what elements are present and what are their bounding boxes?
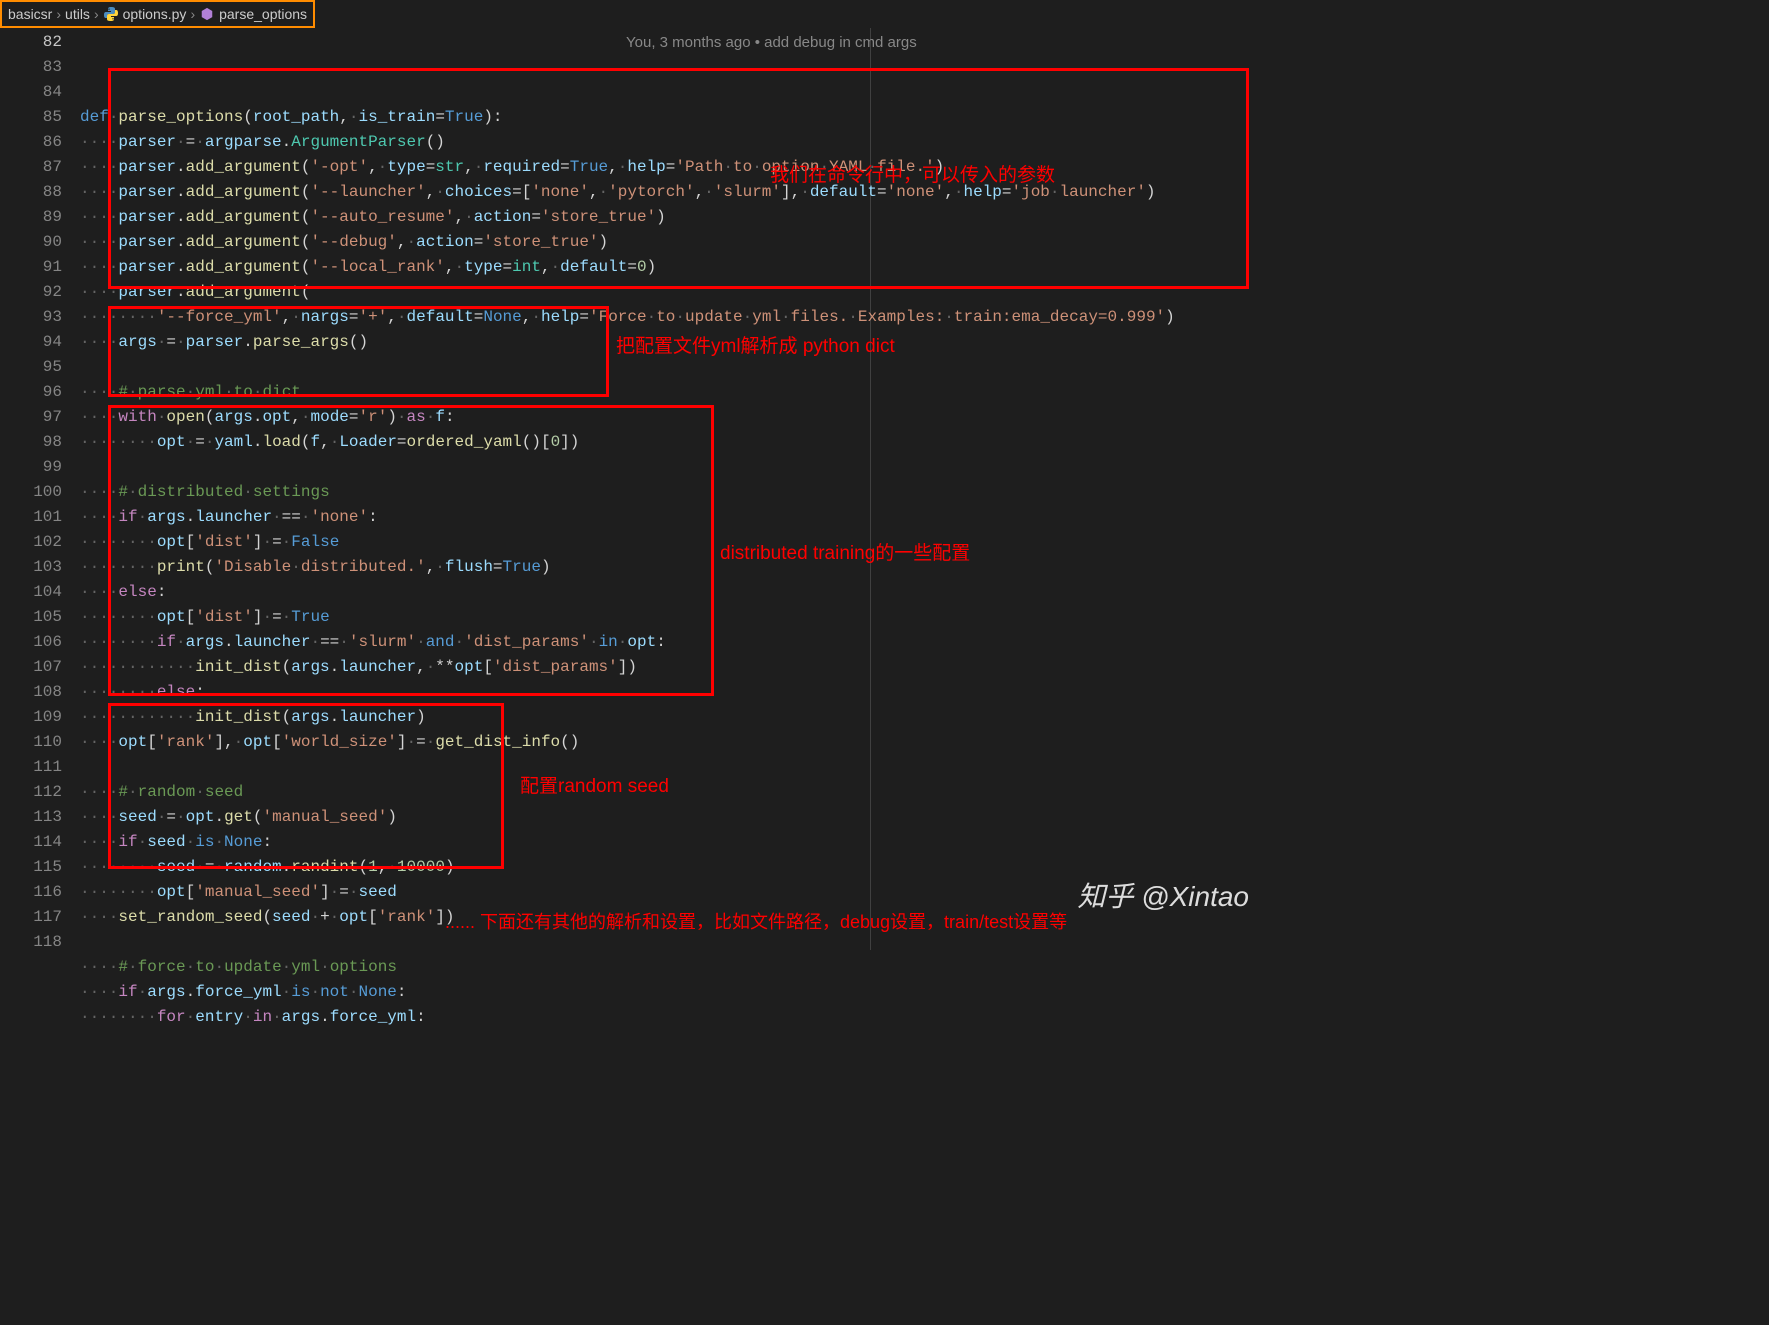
line-number: 97 — [0, 405, 62, 430]
line-number: 106 — [0, 630, 62, 655]
code-line[interactable]: ····if·args.launcher·==·'none': — [80, 505, 1269, 530]
line-number: 104 — [0, 580, 62, 605]
line-number: 110 — [0, 730, 62, 755]
line-number: 88 — [0, 180, 62, 205]
line-number: 100 — [0, 480, 62, 505]
code-line[interactable]: ········'--force_yml',·nargs='+',·defaul… — [80, 305, 1269, 330]
code-line[interactable]: ····parser.add_argument('--debug',·actio… — [80, 230, 1269, 255]
line-number: 102 — [0, 530, 62, 555]
line-number: 114 — [0, 830, 62, 855]
code-line[interactable]: ········opt·=·yaml.load(f,·Loader=ordere… — [80, 430, 1269, 455]
code-line[interactable]: ····parser.add_argument( — [80, 280, 1269, 305]
line-number: 96 — [0, 380, 62, 405]
line-number: 108 — [0, 680, 62, 705]
annotation-text-3: distributed training的一些配置 — [720, 538, 970, 565]
code-line[interactable]: ····parser.add_argument('--auto_resume',… — [80, 205, 1269, 230]
line-number: 94 — [0, 330, 62, 355]
code-area[interactable]: You, 3 months ago • add debug in cmd arg… — [80, 28, 1269, 950]
code-line[interactable] — [80, 355, 1269, 380]
code-line[interactable]: ········for·entry·in·args.force_yml: — [80, 1005, 1269, 1030]
code-line[interactable]: ········opt['dist']·=·False — [80, 530, 1269, 555]
code-line[interactable]: ····with·open(args.opt,·mode='r')·as·f: — [80, 405, 1269, 430]
code-line[interactable]: def·parse_options(root_path,·is_train=Tr… — [80, 105, 1269, 130]
code-line[interactable]: ····seed·=·opt.get('manual_seed') — [80, 805, 1269, 830]
line-number: 105 — [0, 605, 62, 630]
annotation-footer: ...... 下面还有其他的解析和设置，比如文件路径，debug设置，train… — [445, 908, 1067, 934]
chevron-right-icon: › — [56, 6, 61, 22]
code-line[interactable]: ············init_dist(args.launcher) — [80, 705, 1269, 730]
line-number: 103 — [0, 555, 62, 580]
line-number: 89 — [0, 205, 62, 230]
line-number: 92 — [0, 280, 62, 305]
line-number: 91 — [0, 255, 62, 280]
watermark: 知乎 @Xintao — [1077, 875, 1249, 915]
code-line[interactable]: ········print('Disable·distributed.',·fl… — [80, 555, 1269, 580]
breadcrumb-folder[interactable]: basicsr — [8, 6, 52, 22]
code-line[interactable]: ····parser.add_argument('--launcher',·ch… — [80, 180, 1269, 205]
code-line[interactable]: ····parser.add_argument('--local_rank',·… — [80, 255, 1269, 280]
symbol-function-icon — [199, 6, 215, 22]
python-file-icon — [103, 6, 119, 22]
line-number: 87 — [0, 155, 62, 180]
code-line[interactable]: ····else: — [80, 580, 1269, 605]
breadcrumb[interactable]: basicsr › utils › options.py › parse_opt… — [0, 0, 315, 28]
line-number: 111 — [0, 755, 62, 780]
annotation-text-1: 我们在命令行中，可以传入的参数 — [770, 160, 1055, 187]
annotation-text-2: 把配置文件yml解析成 python dict — [616, 331, 895, 358]
code-line[interactable]: ····if·seed·is·None: — [80, 830, 1269, 855]
line-number: 85 — [0, 105, 62, 130]
line-number: 83 — [0, 55, 62, 80]
code-line[interactable]: ····#·parse·yml·to·dict — [80, 380, 1269, 405]
line-number: 84 — [0, 80, 62, 105]
line-number: 101 — [0, 505, 62, 530]
line-number: 112 — [0, 780, 62, 805]
code-line[interactable] — [80, 755, 1269, 780]
chevron-right-icon: › — [94, 6, 99, 22]
line-number: 82 — [0, 30, 62, 55]
git-blame-codelens[interactable]: You, 3 months ago • add debug in cmd arg… — [626, 30, 917, 55]
code-line[interactable]: ····if·args.force_yml·is·not·None: — [80, 980, 1269, 1005]
code-line[interactable]: ····parser·=·argparse.ArgumentParser() — [80, 130, 1269, 155]
breadcrumb-folder[interactable]: utils — [65, 6, 90, 22]
code-line[interactable]: ····#·distributed·settings — [80, 480, 1269, 505]
line-number: 90 — [0, 230, 62, 255]
code-line[interactable] — [80, 455, 1269, 480]
line-number: 116 — [0, 880, 62, 905]
code-line[interactable]: ········opt['dist']·=·True — [80, 605, 1269, 630]
line-number: 117 — [0, 905, 62, 930]
code-line[interactable]: ····#·force·to·update·yml·options — [80, 955, 1269, 980]
annotation-text-4: 配置random seed — [520, 771, 669, 798]
line-number: 115 — [0, 855, 62, 880]
breadcrumb-symbol[interactable]: parse_options — [219, 6, 307, 22]
code-line[interactable]: ····opt['rank'],·opt['world_size']·=·get… — [80, 730, 1269, 755]
line-number-gutter: 8283848586878889909192939495969798991001… — [0, 28, 80, 950]
chevron-right-icon: › — [190, 6, 195, 22]
code-line[interactable]: ············init_dist(args.launcher,·**o… — [80, 655, 1269, 680]
line-number: 118 — [0, 930, 62, 955]
line-number: 95 — [0, 355, 62, 380]
line-number: 93 — [0, 305, 62, 330]
line-number: 109 — [0, 705, 62, 730]
line-number: 86 — [0, 130, 62, 155]
line-number: 107 — [0, 655, 62, 680]
code-line[interactable]: ····parser.add_argument('-opt',·type=str… — [80, 155, 1269, 180]
line-number: 113 — [0, 805, 62, 830]
line-number: 98 — [0, 430, 62, 455]
code-line[interactable]: ········else: — [80, 680, 1269, 705]
line-number: 99 — [0, 455, 62, 480]
code-editor[interactable]: 8283848586878889909192939495969798991001… — [0, 28, 1269, 950]
code-line[interactable]: ····#·random·seed — [80, 780, 1269, 805]
breadcrumb-file[interactable]: options.py — [123, 6, 187, 22]
code-line[interactable]: ········if·args.launcher·==·'slurm'·and·… — [80, 630, 1269, 655]
